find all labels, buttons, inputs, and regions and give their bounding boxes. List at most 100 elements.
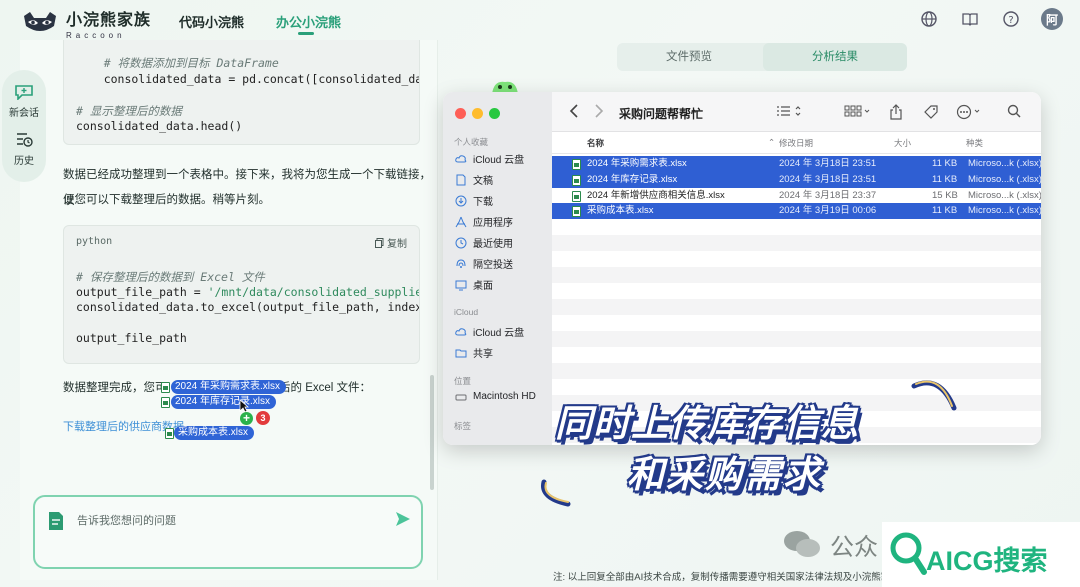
nav-tab-office[interactable]: 办公小浣熊 <box>276 12 341 35</box>
sidebar-item-desktop[interactable]: 桌面 <box>455 277 493 292</box>
finder-toolbar: 采购问题帮帮忙 <box>552 92 1041 132</box>
document-icon <box>456 174 466 185</box>
copy-icon <box>375 237 384 248</box>
column-date[interactable]: 修改日期 <box>779 137 813 149</box>
sidebar-item-macintosh-hd[interactable]: Macintosh HD <box>455 391 536 402</box>
code-language-label: python <box>76 236 113 247</box>
minimize-window-button[interactable] <box>472 108 483 119</box>
tag-icon[interactable] <box>923 104 939 120</box>
share-icon[interactable] <box>889 104 903 120</box>
file-row[interactable]: 2024 年库存记录.xlsx 2024 年 3月18日 23:51 11 KB… <box>552 172 1041 188</box>
sidebar-section-locations: 位置 <box>454 376 472 386</box>
tab-file-preview[interactable]: 文件预览 <box>617 43 761 71</box>
sidebar-item-label: Macintosh HD <box>473 391 536 402</box>
book-icon[interactable] <box>961 10 979 28</box>
app-name: 小浣熊家族 <box>66 12 152 29</box>
chat-input-box[interactable]: 告诉我您想问的问题 <box>33 495 423 569</box>
user-avatar[interactable]: 阿 <box>1041 8 1063 30</box>
code-line: consolidated_data.head() <box>76 119 243 133</box>
raccoon-logo-icon <box>24 12 56 31</box>
applications-icon <box>455 216 467 227</box>
sidebar-item-label: 共享 <box>473 349 493 360</box>
help-icon[interactable]: ? <box>1002 10 1020 28</box>
history-label: 历史 <box>14 156 34 167</box>
file-row[interactable]: 2024 年新增供应商相关信息.xlsx 2024 年 3月18日 23:37 … <box>552 188 1041 204</box>
assistant-message-text: 数据整理完成，您可 <box>63 382 167 394</box>
file-name: 采购成本表.xlsx <box>587 205 654 216</box>
file-kind: Microso...k (.xlsx) <box>968 174 1041 185</box>
sidebar-item-applications[interactable]: 应用程序 <box>455 214 513 229</box>
finder-folder-title: 采购问题帮帮忙 <box>619 107 704 121</box>
empty-row <box>552 299 1041 315</box>
file-date: 2024 年 3月18日 23:51 <box>779 158 877 169</box>
close-window-button[interactable] <box>455 108 466 119</box>
copy-button[interactable]: 复制 <box>375 235 407 250</box>
attach-document-icon[interactable] <box>48 511 64 531</box>
history-button[interactable]: 历史 <box>2 130 46 167</box>
app-logo[interactable]: 小浣熊家族 Raccoon <box>20 6 151 40</box>
wechat-logo-icon <box>784 531 820 557</box>
chat-input-placeholder[interactable]: 告诉我您想问的问题 <box>77 512 176 528</box>
sidebar-item-label: 下载 <box>473 197 493 208</box>
code-line: # 保存整理后的数据到 Excel 文件 <box>76 270 265 284</box>
code-line: # 显示整理后的数据 <box>76 104 182 118</box>
tab-analysis-result[interactable]: 分析结果 <box>763 43 907 71</box>
sidebar-item-documents[interactable]: 文稿 <box>455 172 493 187</box>
forward-chevron-icon[interactable] <box>594 104 604 118</box>
column-kind[interactable]: 种类 <box>966 137 983 149</box>
watermark-text: 公众 <box>830 534 878 561</box>
file-name: 2024 年采购需求表.xlsx <box>587 158 687 169</box>
file-count-badge: 3 <box>256 411 270 425</box>
globe-icon[interactable] <box>920 10 938 28</box>
code-line: consolidated_data = pd.concat([consolida… <box>76 72 420 86</box>
column-size[interactable]: 大小 <box>894 137 911 149</box>
new-chat-button[interactable]: 新会话 <box>2 84 46 119</box>
column-name[interactable]: 名称 <box>587 137 604 149</box>
top-bar: 小浣熊家族 Raccoon 代码小浣熊 办公小浣熊 ? 阿 <box>0 0 1080 40</box>
file-row[interactable]: 采购成本表.xlsx 2024 年 3月19日 00:06 11 KB Micr… <box>552 203 1041 219</box>
search-icon[interactable] <box>1007 104 1021 118</box>
new-chat-label: 新会话 <box>9 108 39 119</box>
sidebar-item-recents[interactable]: 最近使用 <box>455 235 513 250</box>
airdrop-icon <box>456 258 466 268</box>
more-actions-icon[interactable] <box>956 104 984 120</box>
list-view-icon[interactable] <box>776 104 804 118</box>
left-rail: 新会话 历史 <box>2 70 46 182</box>
sidebar-section-icloud: iCloud <box>454 307 479 317</box>
result-tabs: 文件预览 分析结果 <box>617 43 907 71</box>
nav-tab-code[interactable]: 代码小浣熊 <box>179 12 244 31</box>
video-caption-line: 和采购需求 <box>627 453 822 496</box>
sidebar-item-icloud-drive[interactable]: iCloud 云盘 <box>455 324 524 339</box>
sidebar-item-downloads[interactable]: 下载 <box>455 193 493 208</box>
chat-scrollbar[interactable] <box>430 375 434 490</box>
code-string: '/mnt/data/consolidated_supplier_da <box>207 285 419 299</box>
sidebar-item-shared[interactable]: 共享 <box>455 345 493 360</box>
sort-chevron-icon[interactable]: ⌃ <box>768 137 775 148</box>
sidebar-item-label: iCloud 云盘 <box>473 155 525 166</box>
clock-icon <box>455 237 467 248</box>
copy-plus-badge: + <box>240 412 253 425</box>
download-icon <box>455 195 467 206</box>
back-chevron-icon[interactable] <box>569 104 579 118</box>
code-line: output_file_path = '/mnt/data/consolidat… <box>76 285 419 299</box>
drag-file-pill: 2024 年库存记录.xlsx <box>171 395 277 409</box>
group-view-icon[interactable] <box>844 104 872 118</box>
code-line: consolidated_data.to_excel(output_file_p… <box>76 300 420 314</box>
sidebar-item-airdrop[interactable]: 隔空投送 <box>455 256 513 271</box>
assistant-message-text: 后的 Excel 文件： <box>279 382 372 394</box>
hard-drive-icon <box>455 394 467 400</box>
code-line: # 将数据添加到目标 DataFrame <box>76 56 279 70</box>
zoom-window-button[interactable] <box>489 108 500 119</box>
sidebar-item-icloud-drive[interactable]: iCloud 云盘 <box>455 151 524 166</box>
file-size: 15 KB <box>932 190 958 201</box>
sidebar-item-label: 隔空投送 <box>473 260 513 271</box>
empty-row <box>552 235 1041 251</box>
send-icon[interactable] <box>394 510 412 528</box>
code-line: output_file_path <box>76 331 187 345</box>
file-name: 2024 年库存记录.xlsx <box>587 174 678 185</box>
file-row[interactable]: 2024 年采购需求表.xlsx 2024 年 3月18日 23:51 11 K… <box>552 156 1041 172</box>
code-block-save: python 复制 # 保存整理后的数据到 Excel 文件 output_fi… <box>63 225 420 364</box>
ai-disclaimer: 注: 以上回复全部由AI技术合成，复制传播需要遵守相关国家法律法规及小浣熊家族 <box>553 572 900 583</box>
desktop-icon <box>455 280 467 290</box>
history-icon <box>17 133 33 147</box>
